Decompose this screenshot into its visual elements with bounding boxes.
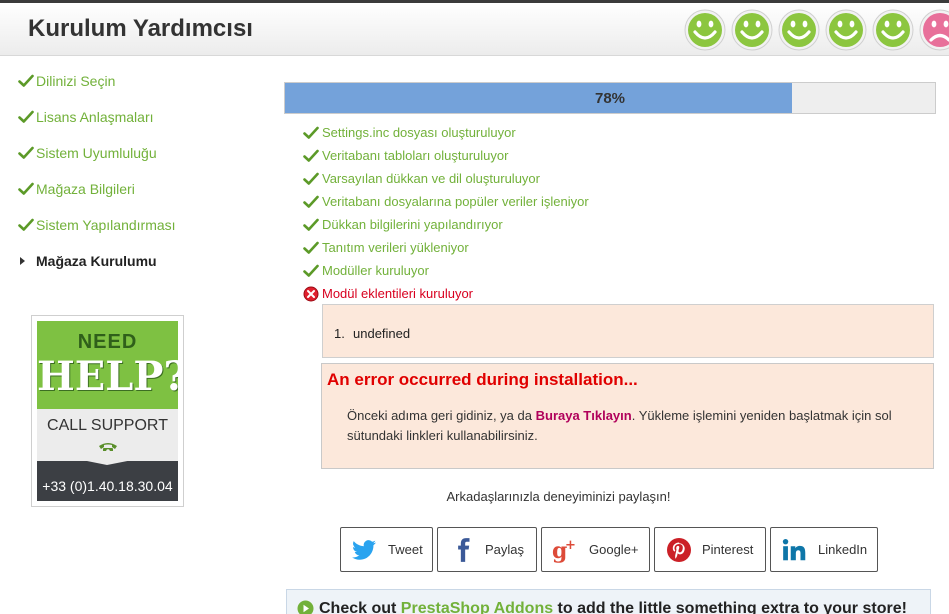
check-icon: [303, 195, 319, 208]
sidebar-step-label: Mağaza Kurulumu: [36, 253, 157, 269]
svg-text:+: +: [565, 538, 576, 553]
arrow-right-icon: [20, 257, 25, 265]
check-icon: [303, 218, 319, 231]
google-plus-icon: g +: [552, 538, 576, 563]
check-icon: [18, 146, 34, 159]
twitter-icon: [352, 540, 376, 560]
check-icon: [303, 126, 319, 139]
facebook-share-label: Paylaş: [485, 542, 525, 557]
google-plus-label: Google+: [589, 542, 639, 557]
call-support-text: CALL SUPPORT: [47, 417, 168, 434]
task-label: Settings.inc dosyası oluşturuluyor: [322, 125, 516, 140]
check-icon: [303, 264, 319, 277]
sidebar-step-label: Sistem Uyumluluğu: [36, 145, 157, 161]
help-banner-chevron: [37, 451, 178, 465]
check-icon: [303, 241, 319, 254]
happy-face-icon: [684, 9, 726, 51]
error-text-before: Önceki adıma geri gidiniz, ya da: [347, 408, 536, 423]
support-phone-number: +33 (0)1.40.18.30.04: [42, 478, 173, 494]
sidebar-step-label: Dilinizi Seçin: [36, 73, 116, 89]
check-icon: [18, 74, 34, 87]
check-icon: [18, 110, 34, 123]
pinterest-button[interactable]: Pinterest: [654, 527, 766, 572]
google-plus-button[interactable]: g + Google+: [541, 527, 650, 572]
pinterest-icon: [667, 538, 691, 562]
linkedin-label: LinkedIn: [818, 542, 868, 557]
page-title: Kurulum Yardımcısı: [28, 15, 253, 42]
install-progress-bar: 78%: [284, 82, 936, 114]
list-item-number: 1.: [334, 326, 345, 341]
help-banner-top: NEED HELP?: [37, 321, 178, 409]
task-label: Modül eklentileri kuruluyor: [322, 286, 474, 301]
sidebar-step-label: Sistem Yapılandırması: [36, 217, 176, 233]
progress-percent: 78%: [594, 90, 626, 107]
sad-face-icon: [919, 9, 949, 51]
happy-face-icon: [731, 9, 773, 51]
addons-text-before: Check out: [319, 600, 401, 614]
prestashop-addons-link[interactable]: PrestaShop Addons: [401, 600, 553, 614]
list-item-value: undefined: [353, 326, 411, 341]
happy-face-icon: [778, 9, 820, 51]
help-banner[interactable]: NEED HELP? CALL SUPPORT +33 (0)1.40.18.3…: [31, 315, 184, 507]
error-message: Önceki adıma geri gidiniz, ya da Buraya …: [347, 406, 927, 446]
facebook-icon: [458, 538, 470, 562]
pinterest-label: Pinterest: [702, 542, 754, 557]
happy-face-icon: [872, 9, 914, 51]
error-box: An error occurred during installation...…: [321, 363, 934, 469]
addons-banner: Check out PrestaShop Addons to add the l…: [286, 589, 931, 614]
check-icon: [18, 218, 34, 231]
addons-text-after: to add the little something extra to you…: [553, 600, 907, 614]
check-icon: [303, 149, 319, 162]
play-circle-icon: [297, 600, 314, 614]
addons-text: Check out PrestaShop Addons to add the l…: [319, 600, 907, 614]
linkedin-button[interactable]: LinkedIn: [770, 527, 878, 572]
tweet-button[interactable]: Tweet: [340, 527, 433, 572]
facebook-share-button[interactable]: Paylaş: [437, 527, 537, 572]
task-label: Dükkan bilgilerini yapılandırıyor: [322, 217, 503, 232]
check-icon: [303, 172, 319, 185]
error-icon: [303, 286, 319, 302]
check-icon: [18, 182, 34, 195]
happy-face-icon: [825, 9, 867, 51]
sidebar-step-label: Lisans Anlaşmaları: [36, 109, 154, 125]
task-label: Tanıtım verileri yükleniyor: [322, 240, 469, 255]
error-title: An error occurred during installation...: [327, 370, 638, 389]
linkedin-icon: [782, 538, 806, 561]
help-help-text: HELP?: [37, 353, 178, 400]
share-title: Arkadaşlarınızla deneyiminizi paylaşın!: [446, 489, 671, 504]
task-label: Veritabanı tabloları oluşturuluyor: [322, 148, 509, 163]
error-details-list: 1. undefined: [322, 304, 934, 358]
help-need-text: NEED: [77, 331, 138, 353]
task-label: Modüller kuruluyor: [322, 263, 429, 278]
sidebar-step-label: Mağaza Bilgileri: [36, 181, 135, 197]
click-here-link[interactable]: Buraya Tıklayın: [536, 408, 632, 423]
task-label: Veritabanı dosyalarına popüler veriler i…: [322, 194, 589, 209]
tweet-label: Tweet: [388, 542, 423, 557]
task-label: Varsayılan dükkan ve dil oluşturuluyor: [322, 171, 540, 186]
